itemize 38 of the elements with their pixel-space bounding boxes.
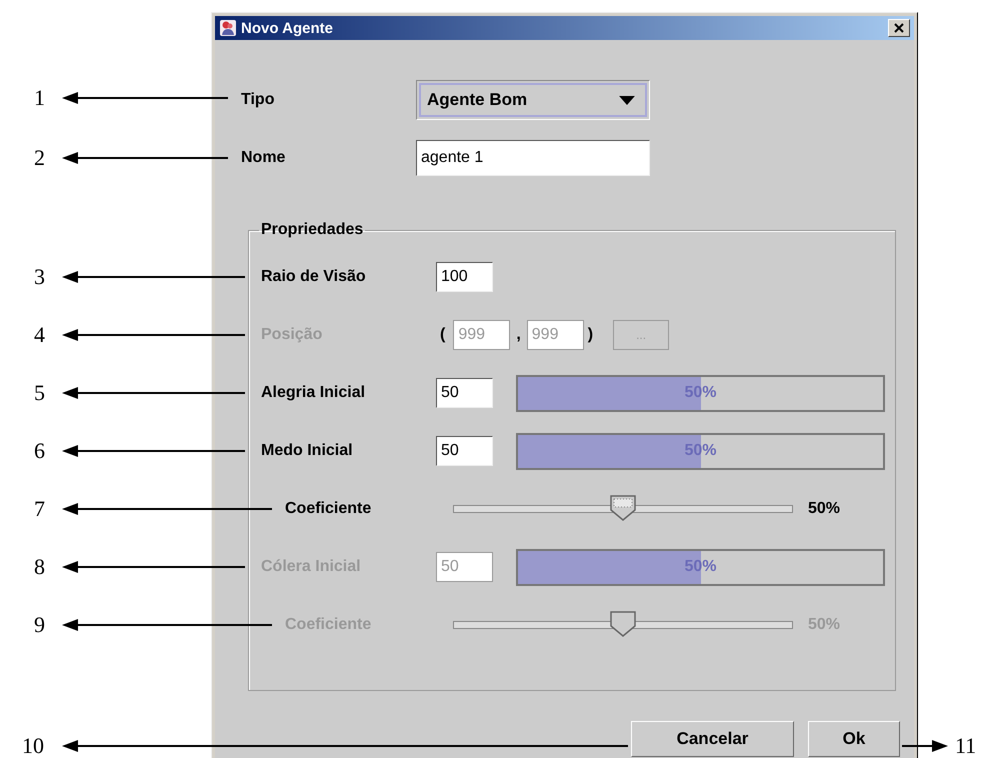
number-field[interactable]: 50	[436, 436, 493, 466]
annotation-number: 5	[34, 381, 45, 405]
dialog-button[interactable]: Cancelar	[631, 721, 794, 757]
field-label: Coeficiente	[284, 500, 372, 518]
annotation-number: 6	[34, 439, 45, 463]
caret-icon	[619, 96, 635, 104]
comma: ,	[516, 326, 521, 344]
annotation-number: 9	[34, 613, 45, 637]
app-logo-icon	[219, 19, 237, 37]
progress-reading: 50%	[684, 442, 717, 460]
field-label: Nome	[241, 149, 286, 167]
field-label: Medo Inicial	[261, 442, 354, 460]
close-icon	[894, 23, 904, 33]
field-label: Tipo	[241, 91, 276, 109]
type-dropdown[interactable]: Agente Bom	[416, 80, 650, 120]
parenthesis: (	[440, 326, 446, 344]
annotation-number: 10	[22, 734, 44, 758]
group-title: Propriedades	[260, 221, 364, 239]
field-label: Raio de Visão	[261, 268, 367, 286]
number-field[interactable]: 50	[436, 378, 493, 408]
slider-reading: 50%	[808, 500, 840, 518]
close-button[interactable]	[888, 19, 910, 37]
annotation-number: 11	[955, 734, 976, 758]
field-label: Alegria Inicial	[261, 384, 366, 402]
annotation-number: 1	[34, 86, 45, 110]
annotation-number: 4	[34, 323, 45, 347]
annotation-number: 8	[34, 555, 45, 579]
annotation-number: 7	[34, 497, 45, 521]
parenthesis: )	[588, 326, 594, 344]
progress-reading: 50%	[684, 384, 717, 402]
dialog-button[interactable]: Ok	[808, 721, 900, 757]
number-field[interactable]: 100	[436, 262, 493, 292]
window-title: Novo Agente	[241, 20, 333, 36]
name-field[interactable]: agente 1	[416, 140, 650, 176]
slider-thumb[interactable]	[610, 495, 636, 521]
annotation-number: 2	[34, 146, 45, 170]
progress-reading: 50%	[684, 558, 717, 576]
annotation-number: 3	[34, 265, 45, 289]
